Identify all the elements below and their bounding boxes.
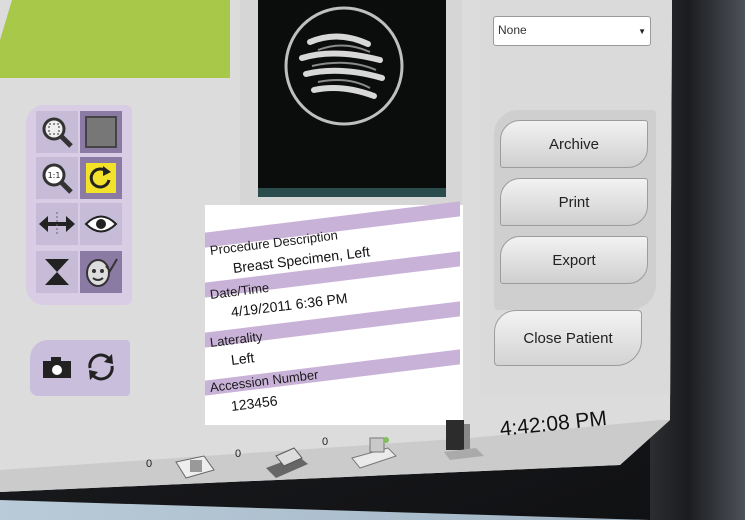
laterality-value: Left [230, 349, 256, 368]
hourglass-icon[interactable] [36, 251, 78, 293]
accession-label: Accession Number [209, 366, 320, 395]
device-count-3: 0 [322, 436, 329, 448]
camera-icon[interactable] [36, 346, 78, 388]
chevron-down-icon: ▼ [638, 27, 646, 36]
imaging-device-icon[interactable] [348, 430, 400, 475]
eye-icon[interactable] [80, 203, 122, 245]
scanner-icon[interactable] [172, 452, 218, 487]
face-check-icon[interactable] [80, 251, 122, 293]
device-count-1: 0 [146, 458, 153, 470]
select-value: None [498, 23, 527, 37]
close-patient-button[interactable]: Close Patient [494, 310, 642, 366]
accession-value: 123456 [230, 392, 279, 414]
capture-panel [30, 340, 130, 396]
header-bar [0, 0, 230, 78]
zoom-area-icon[interactable] [36, 111, 78, 153]
study-info-panel: Procedure Description Breast Specimen, L… [205, 201, 463, 425]
screen: 1:1 Procedure Description Breast Specime… [0, 0, 672, 492]
flip-horizontal-icon[interactable] [36, 203, 78, 245]
tool-palette: 1:1 [26, 105, 132, 305]
printer-icon[interactable] [262, 442, 312, 485]
archive-button[interactable]: Archive [500, 120, 648, 168]
filter-select[interactable]: None ▼ [493, 16, 651, 46]
gray-square-icon[interactable] [80, 111, 122, 153]
specimen-image-thumbnail[interactable] [258, 0, 446, 197]
zoom-1-1-icon[interactable]: 1:1 [36, 157, 78, 199]
refresh-icon[interactable] [80, 346, 122, 388]
print-button[interactable]: Print [500, 178, 648, 226]
workstation-icon[interactable] [440, 414, 488, 467]
export-button[interactable]: Export [500, 236, 648, 284]
svg-text:1:1: 1:1 [48, 171, 61, 180]
rotate-icon[interactable] [80, 157, 122, 199]
device-count-2: 0 [235, 448, 242, 460]
